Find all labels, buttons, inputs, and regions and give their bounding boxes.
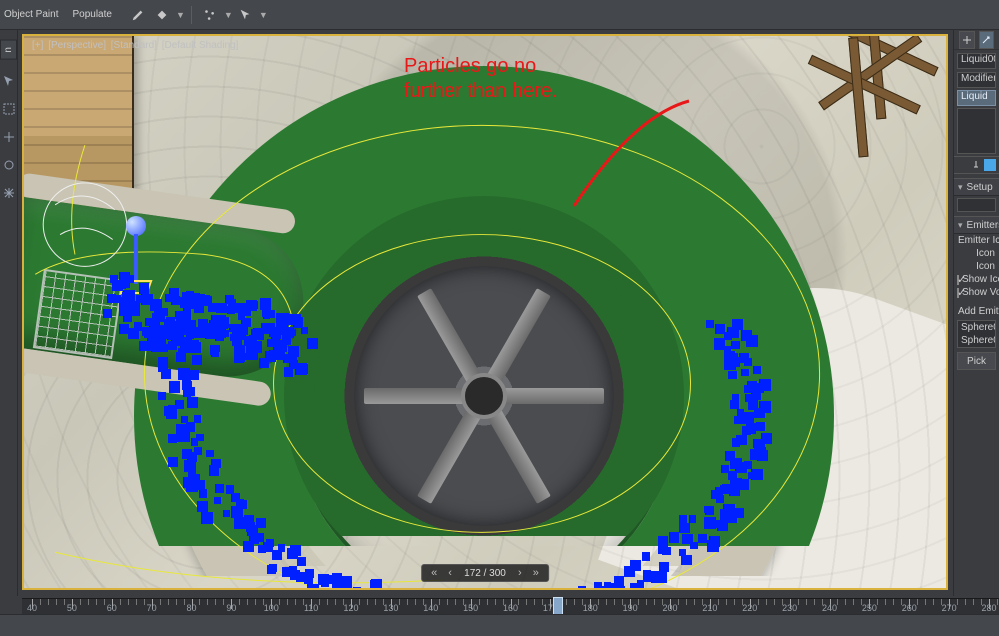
configure-button-icon[interactable] bbox=[984, 159, 996, 171]
emitter-listbox[interactable]: Sphere001 Sphere002 bbox=[957, 320, 996, 348]
rollout-setup[interactable]: Setup bbox=[954, 178, 999, 196]
param-icon-1: Icon bbox=[954, 247, 999, 260]
viewport[interactable]: [+] [Perspective] [Standard] [Default Sh… bbox=[22, 34, 948, 590]
param-icon-2: Icon bbox=[954, 260, 999, 273]
frame-counter: 172 / 300 bbox=[464, 568, 506, 579]
toolbar-dropdown-caret-1[interactable]: ▼ bbox=[176, 10, 185, 20]
move-tool-icon[interactable] bbox=[2, 130, 16, 144]
fill-icon[interactable] bbox=[153, 6, 171, 24]
cursor-icon[interactable] bbox=[236, 6, 254, 24]
status-bar bbox=[0, 614, 999, 636]
list-item[interactable]: Sphere001 bbox=[958, 321, 995, 334]
rollout-emitters[interactable]: Emitters bbox=[954, 216, 999, 234]
object-name-field[interactable]: Liquid001 bbox=[957, 53, 996, 69]
nav-next-frame-icon[interactable]: › bbox=[513, 566, 527, 580]
liquid-particles bbox=[24, 36, 946, 588]
select-tool-icon[interactable] bbox=[2, 74, 16, 88]
param-emitter-icon: Emitter Icon bbox=[954, 234, 999, 247]
populate-label[interactable]: Populate bbox=[72, 9, 111, 20]
checkbox-show-voxel[interactable]: Show Voxel bbox=[954, 286, 999, 299]
pick-button[interactable]: Pick bbox=[957, 352, 996, 370]
top-toolbar: Object Paint Populate ▼ ▼ ▼ bbox=[0, 0, 999, 30]
modify-tab-icon[interactable] bbox=[979, 31, 995, 49]
toolbar-dropdown-caret-2[interactable]: ▼ bbox=[224, 10, 233, 20]
snowflake-tool-icon[interactable] bbox=[2, 186, 16, 200]
brush-icon[interactable] bbox=[129, 6, 147, 24]
toolbar-dropdown-caret-3[interactable]: ▼ bbox=[259, 10, 268, 20]
label-add-emitters: Add Emitters bbox=[954, 305, 999, 318]
nav-prev-key-icon[interactable]: « bbox=[427, 566, 441, 580]
viewport-label[interactable]: [+] [Perspective] [Standard] [Default Sh… bbox=[32, 40, 240, 51]
toolbar-separator bbox=[191, 6, 192, 24]
nav-prev-frame-icon[interactable]: ‹ bbox=[443, 566, 457, 580]
command-panel: Liquid001 Modifier List Liquid Setup Emi… bbox=[953, 30, 999, 596]
viewport-nav: « ‹ 172 / 300 › » bbox=[421, 564, 549, 582]
nav-next-key-icon[interactable]: » bbox=[529, 566, 543, 580]
setup-field[interactable] bbox=[957, 198, 996, 212]
command-panel-tabs bbox=[954, 30, 999, 50]
modifier-stack-item[interactable]: Liquid bbox=[957, 90, 996, 106]
annotation-arrow bbox=[554, 96, 714, 226]
viewport-shading-1[interactable]: [Standard] bbox=[111, 40, 157, 51]
left-ribbon: n bbox=[0, 30, 18, 596]
modifier-stack-box[interactable] bbox=[957, 108, 996, 154]
snap-tool-icon[interactable] bbox=[2, 158, 16, 172]
scene-3d: Particles go no further than here. bbox=[24, 36, 946, 588]
viewport-plus[interactable]: [+] bbox=[32, 40, 43, 51]
create-tab-icon[interactable] bbox=[959, 31, 975, 49]
modifier-list-dropdown[interactable]: Modifier List bbox=[957, 72, 996, 88]
ribbon-tab[interactable]: n bbox=[0, 40, 17, 60]
region-tool-icon[interactable] bbox=[2, 102, 16, 116]
viewport-shading-2[interactable]: [Default Shading] bbox=[162, 40, 239, 51]
pin-icon[interactable] bbox=[971, 160, 981, 170]
stack-toolbar bbox=[954, 156, 999, 174]
checkbox-show-icon[interactable]: Show Icon bbox=[954, 273, 999, 286]
scatter-icon[interactable] bbox=[201, 6, 219, 24]
viewport-view-name[interactable]: [Perspective] bbox=[48, 40, 106, 51]
time-slider[interactable]: 4050607080901001101201301401501601701801… bbox=[22, 598, 999, 614]
annotation-text: Particles go no further than here. bbox=[404, 54, 557, 104]
list-item[interactable]: Sphere002 bbox=[958, 334, 995, 347]
object-paint-label[interactable]: Object Paint bbox=[4, 9, 58, 20]
